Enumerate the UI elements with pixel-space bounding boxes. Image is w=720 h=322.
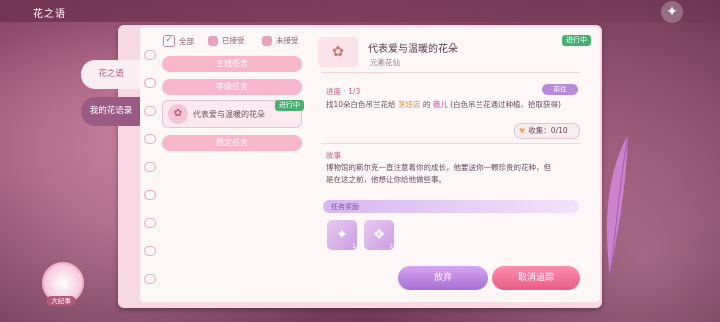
in-progress-badge: 进行中 bbox=[275, 100, 304, 111]
binder-ring bbox=[144, 246, 156, 256]
page-title: 花之语 bbox=[33, 9, 66, 20]
tab-flower-language[interactable]: 花之语 bbox=[81, 60, 141, 89]
progress-heading: 进度 · 1/3 bbox=[326, 87, 361, 96]
filter-label: 已接受 bbox=[222, 36, 245, 45]
story-line-1: 博物馆的斯尔克一直注意着你的成长，他要送你一颗珍贵的花种，但 bbox=[326, 163, 551, 172]
checkbox-checked-icon: ✓ bbox=[163, 35, 175, 47]
checkbox-icon bbox=[208, 35, 218, 46]
binder-ring bbox=[144, 218, 156, 228]
quest-title: 代表爱与温暖的花朵 bbox=[368, 44, 458, 55]
task-current-label: 代表爱与温暖的花朵 bbox=[193, 110, 265, 119]
cancel-tracking-button[interactable]: 取消追踪 bbox=[492, 266, 580, 290]
flower-bouquet-icon: ✿ bbox=[318, 37, 358, 67]
reward-gem-box-icon[interactable]: ❖ 3 bbox=[364, 220, 394, 250]
flower-icon: ✿ bbox=[168, 104, 188, 124]
filter-not-accepted[interactable]: 未接受 bbox=[262, 35, 299, 46]
binder-ring bbox=[144, 274, 156, 284]
task-main-story[interactable]: 主线任务 bbox=[162, 56, 302, 72]
binder-ring bbox=[144, 134, 156, 144]
goto-button[interactable]: 前往 bbox=[542, 84, 578, 95]
divider bbox=[322, 72, 580, 73]
feather-icon bbox=[607, 134, 629, 276]
star-icon[interactable]: ✦ bbox=[661, 1, 683, 23]
quest-subtitle: 元素花仙 bbox=[370, 58, 400, 67]
reward-header: 任务奖励 bbox=[323, 200, 579, 213]
filter-all[interactable]: ✓ 全部 bbox=[163, 35, 194, 47]
binder-ring bbox=[144, 162, 156, 172]
reward-sparkle-coins-icon[interactable]: ✦ 1 bbox=[327, 220, 357, 250]
divider bbox=[322, 143, 580, 144]
chronicle-label[interactable]: 大纪事 bbox=[46, 296, 76, 306]
filter-label: 全部 bbox=[179, 36, 194, 46]
collect-counter: ✾ 收集：0/10 bbox=[514, 123, 580, 139]
binder-ring bbox=[144, 78, 156, 88]
checkbox-icon bbox=[262, 35, 272, 46]
filter-accepted[interactable]: 已接受 bbox=[208, 35, 245, 46]
abandon-button[interactable]: 放弃 bbox=[398, 266, 488, 290]
quest-status-badge: 进行中 bbox=[562, 35, 591, 46]
progress-text: 找10朵白色吊兰花给 烹饪店 的 薇儿 (白色吊兰花通过种植、拾取获得) bbox=[326, 100, 561, 109]
binder-ring bbox=[144, 50, 156, 60]
flower-collect-icon: ✾ bbox=[519, 126, 526, 135]
binder-ring bbox=[144, 190, 156, 200]
story-heading: 故事 bbox=[326, 151, 341, 160]
binder-ring bbox=[144, 106, 156, 116]
title-bar: 花之语 bbox=[0, 0, 720, 22]
tab-my-flower-records[interactable]: 我的花语录 bbox=[81, 97, 141, 126]
reward-label: 任务奖励 bbox=[331, 203, 359, 211]
story-line-2: 是在这之前，他想让你给他做些事。 bbox=[326, 175, 446, 184]
task-level[interactable]: 等级任务 bbox=[162, 79, 302, 95]
task-limited[interactable]: 限定任务 bbox=[162, 135, 302, 151]
filter-label: 未接受 bbox=[276, 36, 299, 45]
